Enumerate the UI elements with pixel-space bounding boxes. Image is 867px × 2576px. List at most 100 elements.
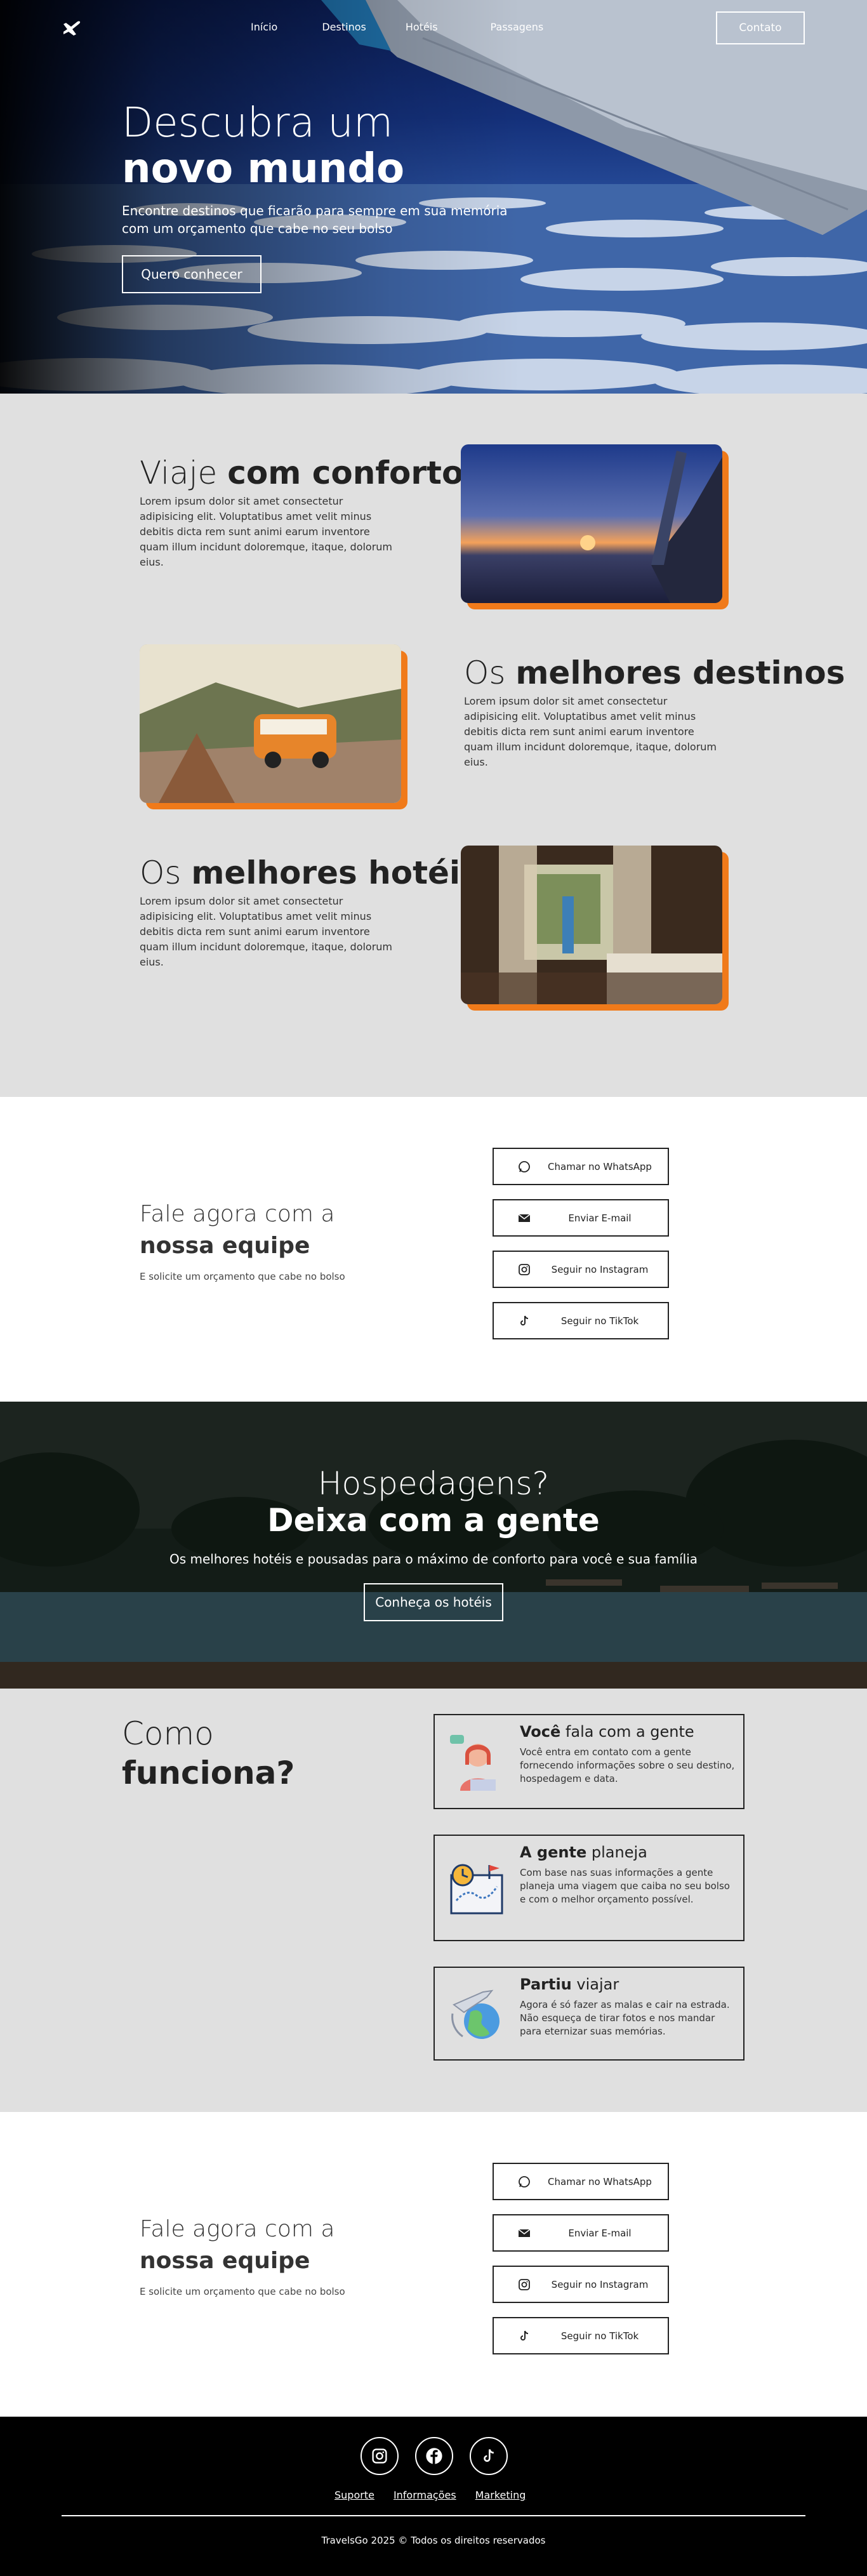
- contact-heading: Fale agora com a nossa equipe E solicite…: [140, 2214, 345, 2297]
- sunset-wing-image: [461, 444, 722, 603]
- instagram-icon: [519, 1263, 530, 1275]
- email-button[interactable]: Enviar E-mail: [493, 1199, 669, 1237]
- feature-desc: Lorem ipsum dolor sit amet consectetur a…: [140, 895, 393, 968]
- step-desc: Você entra em contato com a gente fornec…: [520, 1746, 735, 1784]
- contact-buttons: Chamar no WhatsApp Enviar E-mail Seguir …: [493, 2163, 669, 2368]
- how-title-light: Como: [122, 1715, 214, 1752]
- feature-title: Os melhores hotéis: [140, 857, 479, 889]
- instagram-button-label: Seguir no Instagram: [551, 1263, 649, 1275]
- instagram-button[interactable]: Seguir no Instagram: [493, 2266, 669, 2303]
- footer: Suporte Informações Marketing TravelsGo …: [0, 2417, 867, 2576]
- feature-title: Viaje com conforto: [140, 457, 463, 489]
- feature-title-bold: com conforto: [227, 455, 464, 491]
- tiktok-icon: [520, 2330, 529, 2340]
- hero-title-bold: novo mundo: [122, 145, 405, 192]
- step-title: A gente planeja: [520, 1843, 647, 1861]
- email-button-label: Enviar E-mail: [568, 1212, 632, 1224]
- footer-link-suporte[interactable]: Suporte: [334, 2489, 374, 2501]
- nav-link-hoteis[interactable]: Hotéis: [406, 21, 438, 33]
- globe-airplane-icon: [451, 1989, 500, 2039]
- feature-desc: Lorem ipsum dolor sit amet consectetur a…: [464, 695, 717, 768]
- feature-title-bold: melhores hotéis: [191, 854, 479, 891]
- step-desc: Agora é só fazer as malas e cair na estr…: [520, 1999, 730, 2037]
- step-card-contact: Você fala com a gente Você entra em cont…: [434, 1714, 745, 1809]
- tiktok-button[interactable]: Seguir no TikTok: [493, 2317, 669, 2354]
- instagram-button-label: Seguir no Instagram: [551, 2278, 649, 2290]
- nav-link-inicio[interactable]: Início: [251, 21, 277, 33]
- footer-divider: [62, 2515, 805, 2516]
- tiktok-button-label: Seguir no TikTok: [560, 1315, 639, 1327]
- facebook-social-icon[interactable]: [415, 2437, 453, 2475]
- contact-subtitle: E solicite um orçamento que cabe no bols…: [140, 1271, 345, 1282]
- feature-hotels: Os melhores hotéis Lorem ipsum dolor sit…: [140, 857, 479, 970]
- lodging-content: Hospedagens? Deixa com a gente Os melhor…: [0, 1465, 867, 1621]
- contact-title: Fale agora com a nossa equipe: [140, 2214, 345, 2277]
- lodging-title-light: Hospedagens?: [317, 1465, 550, 1502]
- contact-title-bold: nossa equipe: [140, 2248, 310, 2274]
- step-title-light: planeja: [591, 1843, 647, 1861]
- tiktok-social-icon[interactable]: [470, 2437, 508, 2475]
- whatsapp-button-label: Chamar no WhatsApp: [548, 2175, 652, 2188]
- contact-title-light: Fale agora com a: [140, 2216, 335, 2242]
- contact-section-bottom: Fale agora com a nossa equipe E solicite…: [0, 2112, 867, 2417]
- hero-cta-button[interactable]: Quero conhecer: [122, 255, 261, 293]
- feature-destinations: Os melhores destinos Lorem ipsum dolor s…: [464, 657, 845, 770]
- step-title: Partiu viajar: [520, 1975, 619, 1993]
- support-agent-icon: [450, 1735, 496, 1791]
- whatsapp-button[interactable]: Chamar no WhatsApp: [493, 1148, 669, 1185]
- nav-link-destinos[interactable]: Destinos: [322, 21, 366, 33]
- instagram-social-icon[interactable]: [361, 2437, 399, 2475]
- contact-button[interactable]: Contato: [716, 11, 805, 44]
- feature-comfort: Viaje com conforto Lorem ipsum dolor sit…: [140, 457, 463, 570]
- step-title-bold: Partiu: [520, 1975, 572, 1993]
- contact-buttons: Chamar no WhatsApp Enviar E-mail Seguir …: [493, 1148, 669, 1353]
- whatsapp-icon: [519, 2175, 530, 2188]
- hero-section: Início Destinos Hotéis Passagens Contato…: [0, 0, 867, 394]
- hero-subtitle: Encontre destinos que ficarão para sempr…: [122, 203, 508, 236]
- whatsapp-icon: [519, 1160, 530, 1172]
- step-title-light: viajar: [576, 1975, 619, 1993]
- hero-title-light: Descubra um: [122, 100, 394, 147]
- email-button[interactable]: Enviar E-mail: [493, 2214, 669, 2252]
- lodging-cta-button[interactable]: Conheça os hotéis: [364, 1583, 503, 1621]
- copyright-text: TravelsGo 2025 © Todos os direitos reser…: [321, 2535, 546, 2546]
- step-card-travel: Partiu viajar Agora é só fazer as malas …: [434, 1967, 745, 2061]
- feature-title-bold: melhores destinos: [515, 654, 845, 691]
- nav-links: Início Destinos Hotéis Passagens: [251, 21, 543, 33]
- tiktok-button[interactable]: Seguir no TikTok: [493, 1302, 669, 1339]
- step-desc: Com base nas suas informações a gente pl…: [520, 1867, 730, 1905]
- email-button-label: Enviar E-mail: [568, 2227, 632, 2239]
- whatsapp-button[interactable]: Chamar no WhatsApp: [493, 2163, 669, 2200]
- email-icon: [518, 2228, 531, 2237]
- footer-links: Suporte Informações Marketing: [334, 2489, 526, 2501]
- feature-desc: Lorem ipsum dolor sit amet consectetur a…: [140, 495, 393, 568]
- tiktok-button-label: Seguir no TikTok: [560, 2330, 639, 2342]
- footer-link-marketing[interactable]: Marketing: [475, 2489, 526, 2501]
- email-icon: [518, 1213, 531, 1222]
- hero-content: Descubra um novo mundo Encontre destinos…: [122, 100, 528, 293]
- footer-link-informacoes[interactable]: Informações: [394, 2489, 456, 2501]
- how-it-works-section: Como funciona? Você fala com a gente Voc…: [0, 1689, 867, 2112]
- contact-title-bold: nossa equipe: [140, 1233, 310, 1259]
- social-links: [361, 2437, 508, 2475]
- how-title: Como funciona?: [122, 1714, 295, 1793]
- instagram-button[interactable]: Seguir no Instagram: [493, 1251, 669, 1288]
- nav-link-passagens[interactable]: Passagens: [491, 21, 544, 33]
- van-image: [140, 644, 401, 803]
- instagram-icon: [519, 2278, 530, 2290]
- how-title-bold: funciona?: [122, 1755, 295, 1791]
- whatsapp-button-label: Chamar no WhatsApp: [548, 1160, 652, 1172]
- contact-subtitle: E solicite um orçamento que cabe no bols…: [140, 2286, 345, 2297]
- hotel-room-image: [461, 846, 722, 1004]
- features-section: Viaje com conforto Lorem ipsum dolor sit…: [0, 394, 867, 1097]
- contact-heading: Fale agora com a nossa equipe E solicite…: [140, 1198, 345, 1282]
- step-title: Você fala com a gente: [520, 1723, 694, 1741]
- airplane-logo-icon[interactable]: [60, 17, 85, 42]
- feature-title-light: Os: [140, 854, 182, 891]
- contact-title-light: Fale agora com a: [140, 1201, 335, 1227]
- step-title-bold: A gente: [520, 1843, 587, 1861]
- planning-map-icon: [450, 1864, 503, 1915]
- step-card-plan: A gente planeja Com base nas suas inform…: [434, 1835, 745, 1941]
- step-title-bold: Você: [520, 1723, 561, 1741]
- feature-title-light: Os: [464, 654, 506, 691]
